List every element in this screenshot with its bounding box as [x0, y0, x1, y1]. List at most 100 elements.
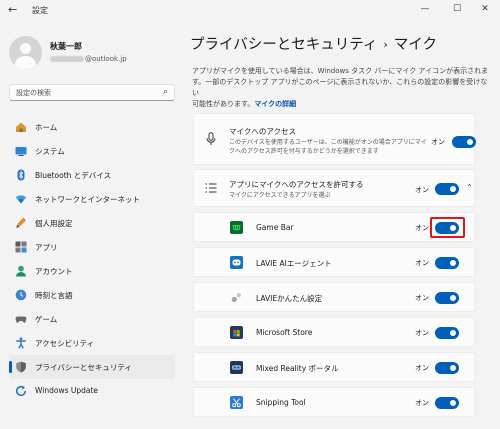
privacy-shield-icon [16, 361, 26, 373]
app-access-title: アプリにマイクへのアクセスを許可する [229, 180, 364, 189]
sidebar-item-accounts[interactable]: アカウント [9, 259, 175, 283]
microphone-icon [206, 132, 216, 145]
mic-access-title: マイクへのアクセス [229, 127, 296, 136]
app-access-subtitle: マイクにアクセスできるアプリを選ぶ [229, 192, 331, 199]
gear-icon [231, 293, 241, 303]
app-name: Mixed Reality ポータル [256, 364, 339, 373]
user-email-suffix: @outlook.jp [85, 55, 127, 63]
description-line: す。一部のデスクトップ アプリがこのページに表示されないか、これらの設定の影響を… [192, 78, 488, 97]
app-state: オン [415, 224, 429, 232]
sidebar-item-home[interactable]: ホーム [9, 115, 175, 139]
mic-access-state: オン [431, 138, 445, 146]
app-row-mixed-reality-portal: Mixed Reality ポータル オン [193, 352, 475, 382]
breadcrumb-separator: › [383, 38, 388, 51]
user-email: @outlook.jp [50, 55, 127, 63]
lavie-easy-settings-app-icon [230, 291, 243, 304]
mixed-reality-portal-app-icon [230, 361, 243, 374]
breadcrumb-parent[interactable]: プライバシーとセキュリティ [190, 37, 377, 53]
microsoft-store-toggle[interactable] [435, 327, 459, 339]
app-row-microsoft-store: Microsoft Store オン [193, 317, 475, 347]
app-state: オン [415, 294, 429, 302]
bluetooth-icon [17, 169, 25, 181]
sidebar-item-gaming[interactable]: ゲーム [9, 307, 175, 331]
description-line-3: 可能性があります。マイクの詳細 [192, 99, 492, 110]
learn-more-link[interactable]: マイクの詳細 [254, 100, 296, 108]
mic-access-subtitle: このデバイスを使用するユーザーは、この機能がオンの場合アプリにマイ クへのアクセ… [229, 138, 427, 156]
back-arrow-icon[interactable]: ← [8, 3, 17, 16]
sidebar-item-label: アプリ [35, 243, 58, 252]
page-title: マイク [393, 37, 437, 53]
window-title: 設定 [32, 6, 48, 15]
sidebar-item-label: システム [35, 147, 65, 156]
description-line: アプリがマイクを使用している場合は、Windows タスク バーにマイク アイコ… [192, 67, 489, 75]
sidebar-item-label: Windows Update [35, 386, 99, 395]
avatar[interactable] [9, 36, 42, 69]
page-description: アプリがマイクを使用している場合は、Windows タスク バーにマイク アイコ… [192, 66, 492, 110]
app-access-toggle[interactable] [435, 183, 459, 195]
minimize-button[interactable]: — [417, 4, 433, 14]
sidebar-item-label: ネットワークとインターネット [35, 195, 140, 204]
title-bar: ← 設定 — ☐ ✕ [0, 0, 500, 22]
apps-icon [15, 241, 27, 253]
sidebar-item-bluetooth[interactable]: Bluetooth とデバイス [9, 163, 175, 187]
search-input[interactable] [16, 87, 156, 98]
app-row-lavie-easy-settings: LAVIEかんたん設定 オン [193, 282, 475, 312]
breadcrumb: プライバシーとセキュリティ › マイク [190, 33, 437, 54]
sidebar-item-time-language[interactable]: 時刻と言語 [9, 283, 175, 307]
chevron-up-icon[interactable]: ⌃ [466, 183, 473, 192]
user-name: 秋葉一郎 [50, 42, 82, 51]
home-icon [16, 122, 26, 132]
close-button[interactable]: ✕ [477, 4, 493, 14]
system-icon [15, 147, 27, 156]
app-name: Game Bar [256, 223, 294, 232]
sidebar-item-network[interactable]: ネットワークとインターネット [9, 187, 175, 211]
sidebar-item-personalization[interactable]: 個人用設定 [9, 211, 175, 235]
sidebar-item-label: Bluetooth とデバイス [35, 171, 112, 180]
description-text: 可能性があります。 [192, 100, 255, 108]
mic-access-toggle[interactable] [452, 136, 476, 148]
mixed-reality-portal-toggle[interactable] [435, 362, 459, 374]
app-row-game-bar: Game Bar オン [193, 212, 475, 242]
snipping-tool-app-icon [230, 396, 243, 409]
sidebar-item-label: アクセシビリティ [35, 339, 95, 348]
lavie-ai-agent-toggle[interactable] [435, 257, 459, 269]
list-settings-icon [205, 183, 217, 193]
lavie-ai-agent-app-icon [230, 256, 243, 269]
sidebar-item-apps[interactable]: アプリ [9, 235, 175, 259]
subtitle-line: クへのアクセス許可を付与するかどうかを選択できます [229, 148, 379, 155]
app-access-card[interactable]: アプリにマイクへのアクセスを許可する マイクにアクセスできるアプリを選ぶ オン … [193, 169, 475, 207]
game-bar-glyph [232, 225, 241, 230]
headset-icon [232, 365, 241, 370]
sidebar-item-label: 時刻と言語 [35, 291, 73, 300]
lavie-ai-agent-glyph [232, 259, 241, 266]
lavie-easy-settings-toggle[interactable] [435, 292, 459, 304]
app-name: Microsoft Store [256, 328, 313, 337]
accessibility-icon [16, 337, 26, 349]
sidebar-item-windows-update[interactable]: Windows Update [9, 379, 175, 403]
time-language-icon [15, 289, 27, 301]
store-bag-icon [233, 330, 240, 337]
settings-search-box[interactable]: ⌕ [9, 84, 175, 101]
sidebar-item-accessibility[interactable]: アクセシビリティ [9, 331, 175, 355]
avatar-body-shape [15, 56, 36, 69]
game-bar-app-icon [230, 221, 243, 234]
sidebar-nav: ホーム システム Bluetooth とデバイス ネットワークとインターネット … [9, 115, 175, 403]
search-icon[interactable]: ⌕ [163, 87, 168, 97]
sidebar-item-privacy-security[interactable]: プライバシーとセキュリティ [9, 355, 175, 379]
avatar-head-shape [20, 43, 31, 54]
app-state: オン [415, 399, 429, 407]
snipping-tool-toggle[interactable] [435, 397, 459, 409]
highlight-box [430, 217, 465, 238]
subtitle-line: このデバイスを使用するユーザーは、この機能がオンの場合アプリにマイ [229, 139, 427, 146]
redacted-email-part [50, 56, 84, 62]
sidebar-item-label: アカウント [35, 267, 73, 276]
accounts-icon [16, 265, 26, 277]
personalization-icon [16, 217, 26, 228]
maximize-button[interactable]: ☐ [449, 4, 465, 14]
app-access-state: オン [415, 186, 429, 194]
sidebar-item-label: プライバシーとセキュリティ [35, 363, 132, 372]
scissors-icon [232, 398, 241, 408]
app-state: オン [415, 259, 429, 267]
app-state: オン [415, 364, 429, 372]
sidebar-item-system[interactable]: システム [9, 139, 175, 163]
